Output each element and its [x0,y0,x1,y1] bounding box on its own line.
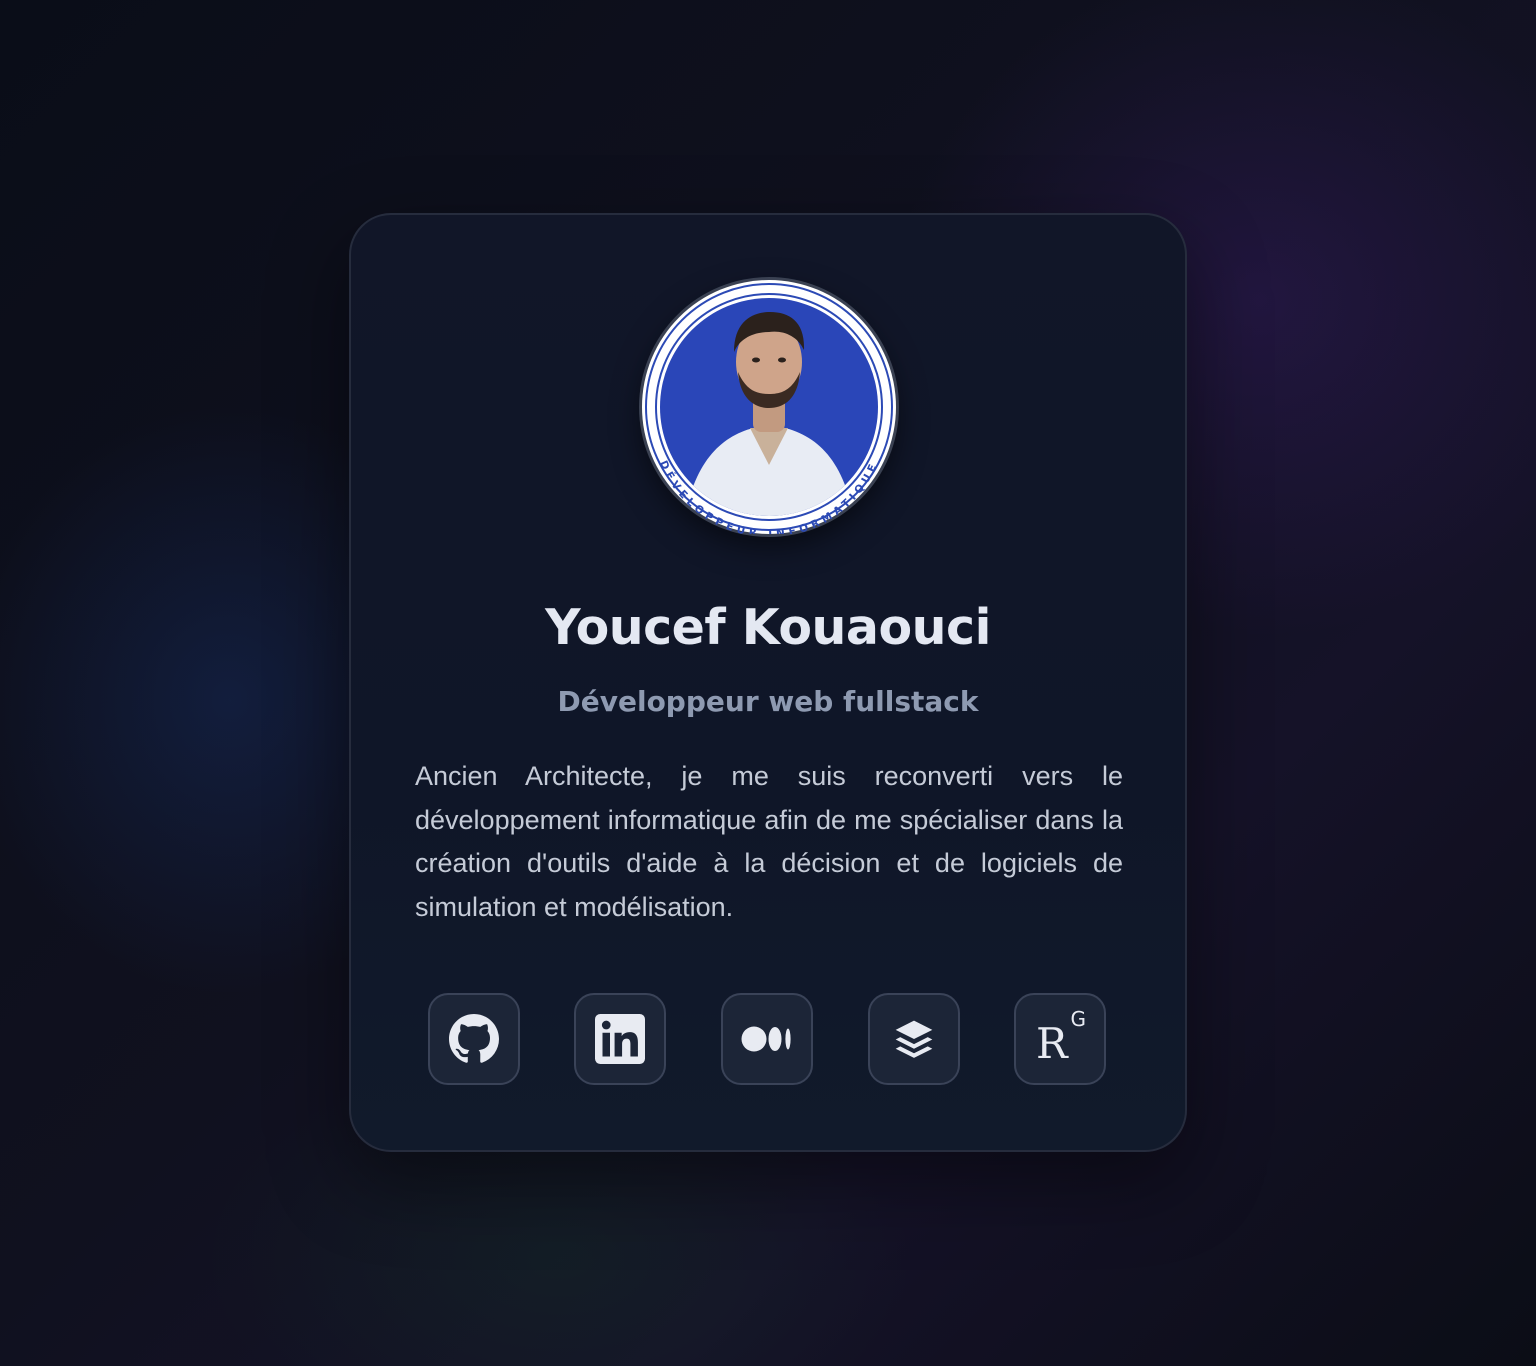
stackshare-button[interactable] [868,993,960,1085]
profile-role: Développeur web fullstack [557,685,979,718]
stackshare-icon [895,1020,933,1058]
medium-button[interactable] [721,993,813,1085]
medium-icon [741,1026,791,1052]
avatar-image: DÉVELOPPEUR INFORMATIQUE [645,283,893,534]
profile-card: DÉVELOPPEUR INFORMATIQUE Youcef Kouaouci… [349,213,1187,1152]
github-icon [449,1014,499,1063]
social-links: R G [428,993,1110,1089]
avatar: DÉVELOPPEUR INFORMATIQUE [642,280,896,534]
researchgate-button[interactable]: R G [1014,993,1106,1085]
linkedin-icon [595,1014,645,1064]
profile-bio: Ancien Architecte, je me suis reconverti… [415,761,1123,922]
linkedin-button[interactable] [574,993,666,1085]
github-button[interactable] [428,993,520,1085]
researchgate-icon: R G [1036,1007,1086,1068]
profile-name: Youcef Kouaouci [545,599,991,656]
